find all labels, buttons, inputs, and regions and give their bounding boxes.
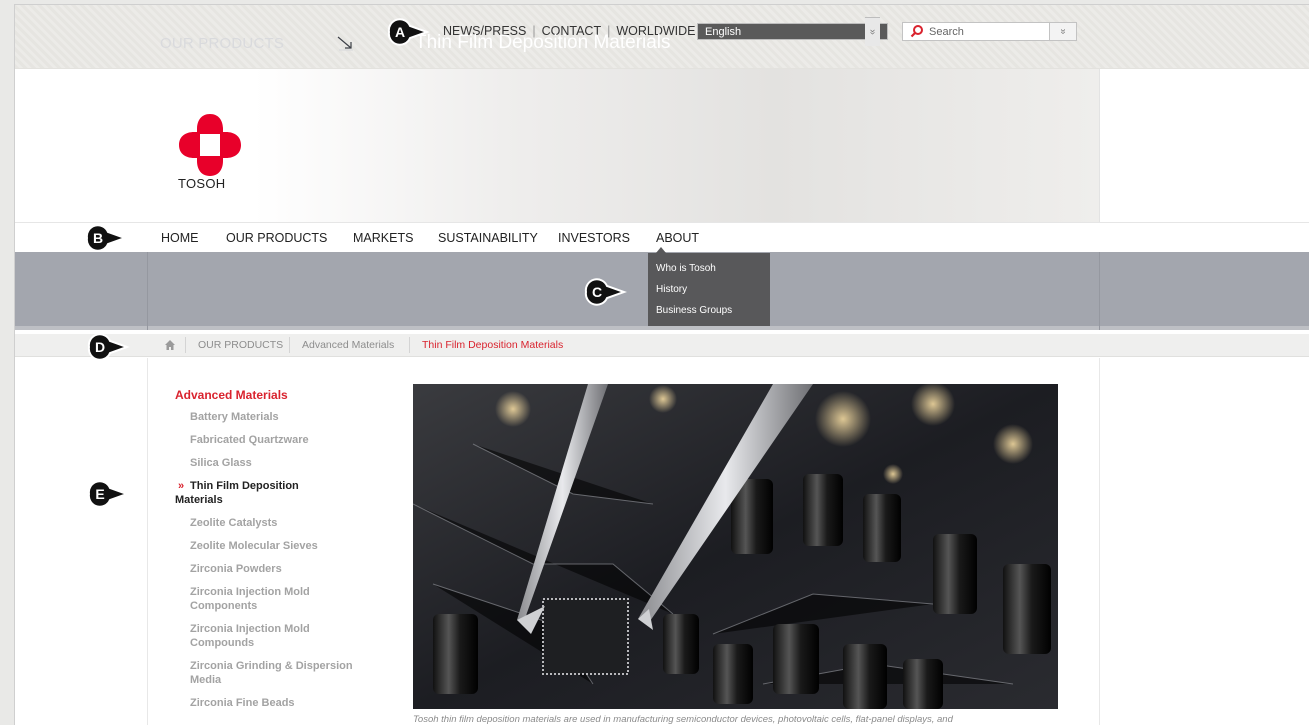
logo-text: TOSOH (178, 176, 226, 191)
home-icon[interactable] (164, 339, 176, 351)
product-photo (413, 384, 1058, 709)
sidebar-item[interactable]: Fabricated Quartzware (190, 433, 360, 447)
nav-item-markets[interactable]: MARKETS (353, 231, 413, 245)
callout-marker-b: B (85, 224, 128, 252)
callout-marker-a: A (387, 18, 430, 46)
breadcrumb-current: Thin Film Deposition Materials (422, 339, 564, 351)
breadcrumb-our-products[interactable]: OUR PRODUCTS (198, 339, 283, 351)
breadcrumb-divider (409, 337, 410, 353)
breadcrumb-divider (289, 337, 290, 353)
breadcrumb-advanced-materials[interactable]: Advanced Materials (302, 339, 394, 351)
dropdown-caret (656, 247, 666, 253)
search-options-chevron-icon[interactable]: » (1049, 23, 1076, 40)
chevron-down-icon[interactable]: » (865, 17, 880, 46)
callout-letter: E (95, 486, 104, 502)
menu-item-history[interactable]: History (648, 284, 770, 305)
sidebar-item[interactable]: Zeolite Molecular Sieves (190, 539, 360, 553)
breadcrumb-divider (185, 337, 186, 353)
search-input[interactable]: Search (929, 26, 964, 38)
browser-page: NEWS/PRESS | CONTACT | WORLDWIDE English… (14, 4, 1309, 725)
circuit-board-image (413, 384, 1058, 709)
current-marker-icon: » (178, 480, 185, 492)
sidebar-item-current[interactable]: » Thin Film Deposition Materials (175, 479, 345, 507)
nav-item-home[interactable]: HOME (161, 231, 199, 245)
language-select[interactable]: English » (697, 17, 888, 46)
column-guide (147, 358, 148, 725)
arrow-down-right-icon (337, 36, 353, 51)
language-value: English (705, 26, 742, 38)
banner-divider (1099, 252, 1100, 330)
search-box[interactable]: Search » (902, 22, 1077, 41)
nav-item-our-products[interactable]: OUR PRODUCTS (226, 231, 327, 245)
banner-divider (147, 252, 148, 330)
column-guide (1099, 358, 1100, 725)
callout-letter: B (93, 230, 103, 246)
callout-marker-c: C (584, 278, 627, 306)
callout-letter: D (95, 339, 105, 355)
sidebar-item[interactable]: Zeolite Catalysts (190, 516, 360, 530)
sidebar-item[interactable]: Silica Glass (190, 456, 360, 470)
callout-marker-e: E (87, 480, 130, 508)
sidebar-item[interactable]: Zirconia Fine Beads (190, 696, 360, 710)
sidebar-item[interactable]: Battery Materials (190, 410, 360, 424)
sidebar-item-label: Thin Film Deposition Materials (175, 480, 299, 506)
sidebar-heading[interactable]: Advanced Materials (175, 388, 375, 402)
page-title: Thin Film Deposition Materials (415, 32, 671, 53)
header-right-panel (1099, 69, 1309, 222)
sidebar-item[interactable]: Zirconia Injection Mold Compounds (190, 622, 360, 650)
callout-letter: A (395, 24, 405, 40)
sidebar-item[interactable]: Zirconia Grinding & Dispersion Media (190, 659, 360, 687)
breadcrumb: OUR PRODUCTS Advanced Materials Thin Fil… (15, 334, 1309, 357)
about-dropdown-menu: Who is Tosoh History Business Groups (648, 247, 770, 326)
sidebar-item[interactable]: Zirconia Injection Mold Components (190, 585, 360, 613)
callout-marker-d: D (87, 333, 130, 361)
search-icon (910, 25, 923, 38)
sidebar-menu: Advanced Materials Battery Materials Fab… (175, 388, 375, 719)
callout-letter: C (592, 284, 602, 300)
chevron-down-glyph: » (1057, 28, 1069, 35)
photo-caption: Tosoh thin film deposition materials are… (413, 714, 953, 725)
sidebar-item[interactable]: Zirconia Powders (190, 562, 360, 576)
nav-item-investors[interactable]: INVESTORS (558, 231, 630, 245)
nav-item-about[interactable]: ABOUT (656, 231, 699, 245)
menu-item-who-is-tosoh[interactable]: Who is Tosoh (648, 263, 770, 284)
nav-item-sustainability[interactable]: SUSTAINABILITY (438, 231, 538, 245)
banner-section-label[interactable]: OUR PRODUCTS (160, 35, 284, 52)
menu-item-business-groups[interactable]: Business Groups (648, 305, 770, 326)
